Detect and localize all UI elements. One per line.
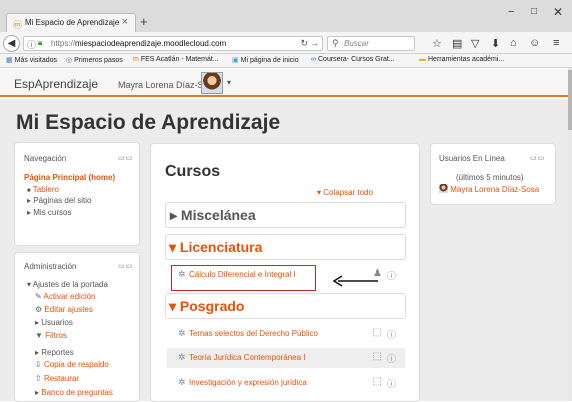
bookmark-item[interactable]: ▣ Mi página de inicio <box>232 56 299 64</box>
block-controls-icon[interactable]: ▭▭ <box>118 262 133 270</box>
info-icon[interactable]: ⓘ <box>387 269 396 282</box>
section-title-licenciatura[interactable]: ▾ Licenciatura <box>169 239 262 256</box>
scrollbar-thumb[interactable] <box>568 70 572 130</box>
tab-title: Mi Espacio de Aprendizaje <box>25 18 120 27</box>
block-controls-icon[interactable]: ▭▭ <box>118 154 133 162</box>
info-icon[interactable]: ⓘ <box>27 38 36 51</box>
online-user-item[interactable]: Mayra Lorena Díaz-Sosa <box>439 184 539 194</box>
nav-item-my-courses[interactable]: ▸ Mis cursos <box>27 208 71 217</box>
highlight-box <box>171 265 316 291</box>
enrol-icon[interactable]: ⬚ <box>373 376 382 387</box>
section-title-miscelanea[interactable]: ▸ Miscelánea <box>170 207 256 224</box>
online-users-window: (últimos 5 minutos) <box>456 173 524 182</box>
enrol-icon[interactable]: ⬚ <box>373 351 382 362</box>
admin-root[interactable]: ▾ Ajustes de la portada <box>27 280 108 289</box>
bookmark-item[interactable]: ▬ Herramientas académi... <box>419 56 504 63</box>
avatar <box>439 184 448 193</box>
search-bar[interactable]: ⚲ Buscar <box>327 36 415 51</box>
new-tab-button[interactable]: + <box>140 14 148 29</box>
nav-item-dashboard[interactable]: ■ Tablero <box>27 185 59 194</box>
course-icon: ✲ <box>178 352 186 362</box>
moodle-favicon-icon: ⓜ <box>13 20 23 30</box>
courses-heading: Cursos <box>165 163 221 180</box>
window-close-button[interactable]: ✕ <box>553 5 563 19</box>
bookmark-item[interactable]: ▦ Más visitados <box>6 56 57 64</box>
course-link[interactable]: Teoría Jurídica Contemporánea I <box>189 353 306 362</box>
reload-icon[interactable]: ↻ <box>300 38 308 49</box>
url-text[interactable]: https://miespaciodeaprendizaje.moodleclo… <box>51 39 226 48</box>
bookmark-item[interactable]: ◎ Primeros pasos <box>66 56 123 64</box>
reading-list-icon[interactable]: ▤ <box>452 37 462 50</box>
home-icon[interactable]: ⌂ <box>510 37 517 49</box>
avatar[interactable] <box>201 72 223 94</box>
collapse-all-link[interactable]: ▾ Colapsar todo <box>317 188 373 197</box>
chevron-down-icon[interactable]: ▾ <box>227 78 231 87</box>
administration-block-title: Administración <box>24 262 77 271</box>
lock-icon: 🔒︎ <box>38 38 43 47</box>
activity-row: ✲ Teoría Jurídica Contemporánea I ⬚ ⓘ <box>167 348 405 368</box>
browser-tab[interactable]: ⓜ Mi Espacio de Aprendizaje × <box>6 13 136 32</box>
course-link[interactable]: Investigación y expresión jurídica <box>189 378 307 387</box>
account-icon[interactable]: ☺ <box>529 37 540 49</box>
search-placeholder: Buscar <box>344 39 369 48</box>
activity-row: ✲ Investigación y expresión jurídica ⬚ ⓘ <box>167 373 405 393</box>
window-minimize-button[interactable]: − <box>508 6 514 18</box>
enrol-icon[interactable]: ⬚ <box>373 327 382 338</box>
navigation-block-title: Navegación <box>24 154 67 163</box>
online-users-title: Usuarios En Línea <box>439 154 505 163</box>
address-bar[interactable]: ⓘ 🔒︎ https://miespaciodeaprendizaje.mood… <box>23 36 323 51</box>
bookmark-item[interactable]: m FES Acatlán - Matemát... <box>133 56 219 63</box>
section-title-posgrado[interactable]: ▾ Posgrado <box>169 298 245 315</box>
menu-icon[interactable]: ≡ <box>553 37 559 49</box>
go-arrow-icon[interactable]: → <box>310 38 319 48</box>
info-icon[interactable]: ⓘ <box>387 328 396 341</box>
block-controls-icon[interactable]: ▭▭ <box>530 154 545 162</box>
page-title: Mi Espacio de Aprendizaje <box>16 111 281 134</box>
admin-item-users[interactable]: ▸ Usuarios <box>35 318 73 327</box>
pocket-icon[interactable]: ▽ <box>471 37 479 50</box>
admin-item-backup[interactable]: ⇩ Copia de respaldo <box>35 360 109 369</box>
info-icon[interactable]: ⓘ <box>387 352 396 365</box>
admin-item-edit-mode[interactable]: ✎ Activar edición <box>35 292 96 301</box>
search-icon: ⚲ <box>332 38 339 48</box>
course-icon: ✲ <box>178 328 186 338</box>
course-icon: ✲ <box>178 377 186 387</box>
window-maximize-button[interactable]: □ <box>531 6 537 17</box>
admin-item-restore[interactable]: ⇧ Restaurar <box>35 374 79 383</box>
site-brand[interactable]: EspAprendizaje <box>14 77 98 91</box>
nav-item-home[interactable]: Página Principal (home) <box>24 173 115 182</box>
admin-item-edit-settings[interactable]: ⚙ Editar ajustes <box>35 305 93 314</box>
pointer-arrow-icon <box>332 275 378 287</box>
course-link[interactable]: Temas selectos del Derecho Público <box>189 329 318 338</box>
download-icon[interactable]: ⬇ <box>491 37 500 50</box>
bookmark-star-icon[interactable]: ☆ <box>432 37 442 50</box>
admin-item-filters[interactable]: ▼ Filtros <box>35 331 67 340</box>
tab-close-icon[interactable]: × <box>122 16 128 28</box>
admin-item-reports[interactable]: ▸ Reportes <box>35 348 74 357</box>
admin-item-question-bank[interactable]: ▸ Banco de preguntas <box>35 388 113 397</box>
back-arrow-icon[interactable]: ◀ <box>3 35 20 52</box>
bookmark-item[interactable]: ∞ Coursera- Cursos Grat... <box>311 56 395 63</box>
info-icon[interactable]: ⓘ <box>387 377 396 390</box>
nav-item-site-pages[interactable]: ▸ Páginas del sitio <box>27 196 92 205</box>
activity-row: ✲ Temas selectos del Derecho Público ⬚ ⓘ <box>167 324 405 344</box>
